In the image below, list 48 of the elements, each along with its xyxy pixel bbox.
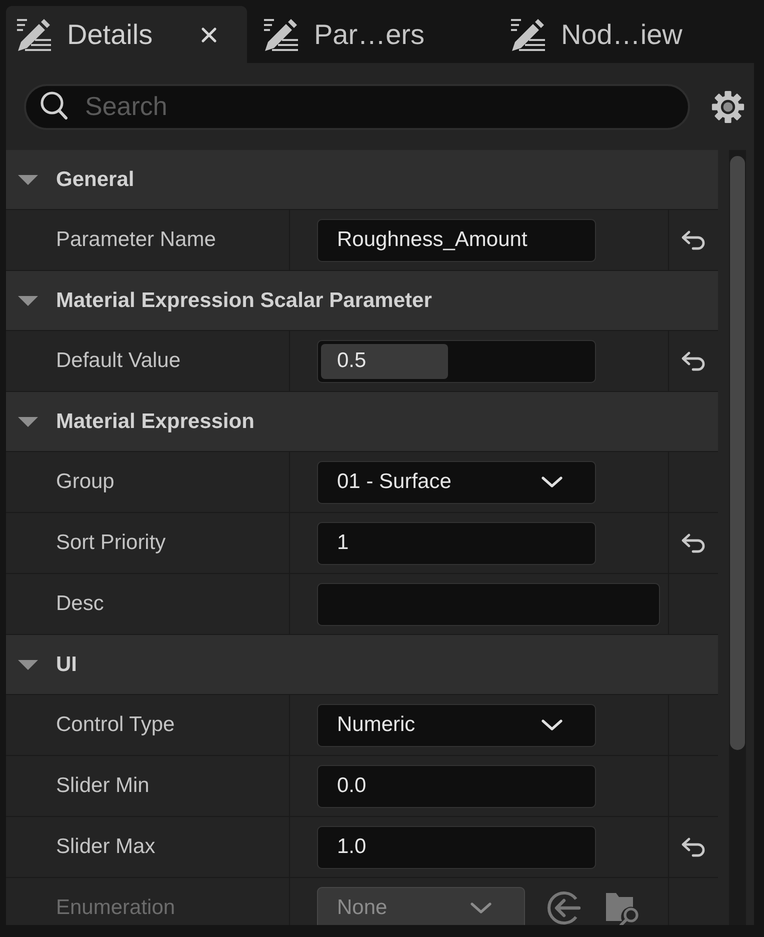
pencil-icon [17, 18, 51, 52]
text-field[interactable] [317, 582, 660, 626]
category-title: Material Expression [56, 408, 254, 435]
chevron-down-icon [470, 902, 492, 914]
property-label: Desc [56, 591, 104, 618]
property-label: Slider Max [56, 834, 156, 860]
property-label: Control Type [56, 712, 175, 738]
dropdown[interactable]: Numeric [317, 704, 596, 746]
text-field[interactable]: 1 [317, 522, 596, 564]
property-label: Default Value [56, 348, 181, 374]
scrollbar-track[interactable] [729, 150, 746, 925]
collapse-triangle-icon[interactable] [18, 296, 38, 306]
property-label: Parameter Name [56, 227, 216, 254]
category-header[interactable]: Material Expression Scalar Parameter [6, 271, 718, 331]
close-icon[interactable] [201, 26, 217, 42]
text-field[interactable]: 0.0 [317, 764, 596, 808]
scrollbar-thumb[interactable] [730, 156, 745, 750]
collapse-triangle-icon[interactable] [18, 416, 38, 426]
search-field[interactable]: Search [24, 84, 690, 130]
reset-arrow-icon[interactable] [680, 230, 706, 250]
property-label: Slider Min [56, 773, 150, 800]
collapse-triangle-icon[interactable] [18, 174, 38, 184]
chevron-down-icon [541, 476, 563, 488]
category-header[interactable]: General [6, 150, 718, 210]
category-header[interactable]: Material Expression [6, 392, 718, 452]
search-icon [40, 90, 68, 120]
category-title: General [56, 166, 134, 193]
text-field[interactable]: Roughness_Amount [317, 218, 596, 262]
category-header[interactable]: UI [6, 635, 718, 695]
reset-arrow-icon[interactable] [680, 350, 706, 372]
chevron-down-icon [541, 719, 563, 731]
slider-field[interactable]: 0.5 [317, 340, 596, 382]
category-title: Material Expression Scalar Parameter [56, 288, 432, 314]
pencil-icon [264, 18, 298, 52]
property-label: Group [56, 469, 114, 496]
reset-arrow-icon[interactable] [680, 532, 706, 554]
text-field[interactable]: 1.0 [317, 826, 596, 868]
settings-icon[interactable] [711, 90, 745, 124]
property-label: Sort Priority [56, 530, 166, 556]
tab[interactable]: Details [6, 6, 247, 63]
tab[interactable]: Nod…iew [500, 6, 741, 63]
pencil-icon [511, 18, 545, 52]
category-title: UI [56, 652, 77, 678]
reset-arrow-icon[interactable] [680, 836, 706, 858]
dropdown[interactable]: 01 - Surface [317, 460, 596, 504]
collapse-triangle-icon[interactable] [18, 660, 38, 670]
property-label: Enumeration [56, 895, 176, 922]
tab[interactable]: Par…ers [253, 6, 494, 63]
